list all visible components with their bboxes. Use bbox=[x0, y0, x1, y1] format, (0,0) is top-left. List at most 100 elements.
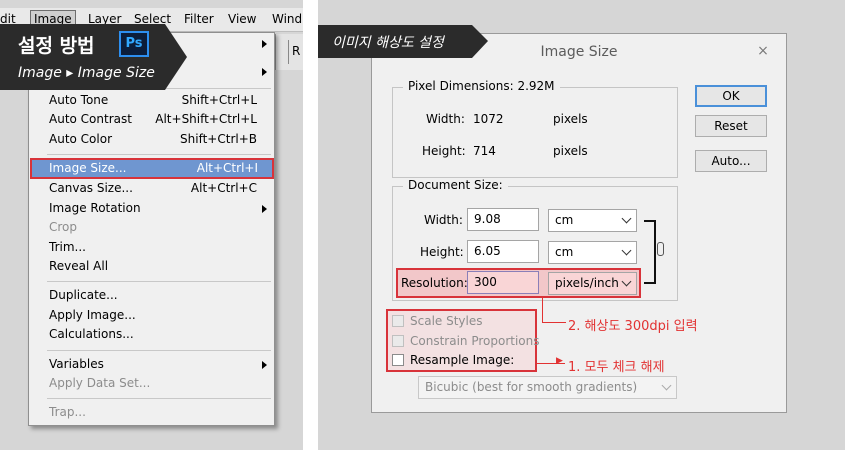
menu-item-label: Apply Image... bbox=[49, 308, 136, 322]
resolution-unit-select[interactable]: pixels/inch bbox=[548, 272, 637, 295]
resolution-input[interactable]: 300 bbox=[467, 271, 539, 294]
checkbox-box[interactable] bbox=[392, 354, 404, 366]
doc-width-unit-select[interactable]: cm bbox=[548, 209, 637, 232]
menu-item-label: Auto Color bbox=[49, 132, 113, 146]
annotation-leader bbox=[542, 322, 566, 323]
pixel-height-value: 714 bbox=[473, 144, 496, 158]
menu-item-shortcut: Alt+Ctrl+C bbox=[190, 181, 257, 195]
menu-item-label: Duplicate... bbox=[49, 288, 118, 302]
doc-width-label: Width: bbox=[424, 213, 463, 227]
doc-width-input[interactable]: 9.08 bbox=[467, 208, 539, 231]
menu-item-auto-tone[interactable]: Auto Tone Shift+Ctrl+L bbox=[29, 91, 274, 110]
menu-item-crop: Crop bbox=[29, 218, 274, 237]
toolbar-divider bbox=[288, 40, 289, 64]
checkbox-box bbox=[392, 335, 404, 347]
reset-button[interactable]: Reset bbox=[695, 115, 767, 137]
constrain-proportions-checkbox: Constrain Proportions bbox=[392, 333, 540, 351]
doc-width-unit-value: cm bbox=[555, 213, 574, 227]
left-panel: dit Image Layer Select Filter View Wind … bbox=[0, 0, 303, 450]
resolution-badge: 이미지 해상도 설정 bbox=[318, 25, 488, 58]
menu-item-label: Auto Tone bbox=[49, 93, 109, 107]
menu-item-shortcut: Shift+Ctrl+L bbox=[181, 93, 257, 107]
menu-item-variables[interactable]: Variables bbox=[29, 355, 274, 374]
resolution-badge-text: 이미지 해상도 설정 bbox=[332, 35, 444, 51]
menu-item-image-rotation[interactable]: Image Rotation bbox=[29, 199, 274, 218]
menu-item-trap: Trap... bbox=[29, 403, 274, 422]
menu-item-image-size[interactable]: Image Size... Alt+Ctrl+I bbox=[30, 158, 274, 179]
menu-item-auto-contrast[interactable]: Auto Contrast Alt+Shift+Ctrl+L bbox=[29, 110, 274, 129]
pixel-height-unit: pixels bbox=[553, 144, 588, 158]
menu-item-label: Trap... bbox=[49, 405, 86, 419]
chevron-down-icon bbox=[621, 276, 632, 287]
checkbox-label: Resample Image: bbox=[410, 353, 515, 367]
menu-filter[interactable]: Filter bbox=[184, 12, 214, 26]
pixel-width-label: Width: bbox=[426, 112, 465, 126]
menu-item-label: Trim... bbox=[49, 240, 86, 254]
chevron-down-icon bbox=[621, 245, 632, 256]
annotation-leader bbox=[542, 297, 543, 322]
doc-height-unit-select[interactable]: cm bbox=[548, 241, 637, 264]
menu-item-apply-data-set: Apply Data Set... bbox=[29, 374, 274, 393]
menu-item-trim[interactable]: Trim... bbox=[29, 238, 274, 257]
menu-item-label: Auto Contrast bbox=[49, 112, 132, 126]
method-path: Image ▸ Image Size bbox=[18, 65, 155, 81]
submenu-arrow-icon bbox=[262, 40, 267, 48]
menu-window[interactable]: Wind bbox=[272, 12, 302, 26]
menu-item-label: Canvas Size... bbox=[49, 181, 133, 195]
method-badge: 설정 방법 Ps Image ▸ Image Size bbox=[0, 24, 187, 90]
pixel-width-unit: pixels bbox=[553, 112, 588, 126]
menu-item-calculations[interactable]: Calculations... bbox=[29, 325, 274, 344]
menu-item-shortcut: Alt+Ctrl+I bbox=[196, 161, 258, 175]
menu-item-label: Apply Data Set... bbox=[49, 376, 151, 390]
menu-item-reveal-all[interactable]: Reveal All bbox=[29, 257, 274, 276]
menu-separator bbox=[47, 398, 271, 399]
chevron-down-icon bbox=[621, 213, 632, 224]
menu-item-label: Image Size... bbox=[49, 161, 127, 175]
resample-method-value: Bicubic (best for smooth gradients) bbox=[425, 380, 638, 394]
menu-item-shortcut: Shift+Ctrl+B bbox=[180, 132, 257, 146]
arrow-right-icon: ▶ bbox=[556, 356, 563, 366]
pixel-dimensions-legend: Pixel Dimensions: 2.92M bbox=[403, 79, 560, 93]
menu-item-auto-color[interactable]: Auto Color Shift+Ctrl+B bbox=[29, 130, 274, 149]
doc-height-unit-value: cm bbox=[555, 245, 574, 259]
submenu-arrow-icon bbox=[262, 361, 267, 369]
photoshop-icon: Ps bbox=[119, 31, 149, 57]
resample-method-select: Bicubic (best for smooth gradients) bbox=[418, 376, 677, 399]
scale-styles-checkbox: Scale Styles bbox=[392, 313, 532, 331]
close-icon[interactable]: × bbox=[756, 44, 770, 58]
menu-separator bbox=[47, 350, 271, 351]
menu-item-label: Variables bbox=[49, 357, 104, 371]
menu-view[interactable]: View bbox=[228, 12, 256, 26]
image-menu-dropdown: Auto Tone Shift+Ctrl+L Auto Contrast Alt… bbox=[28, 32, 275, 426]
menu-edit[interactable]: dit bbox=[0, 12, 16, 26]
menu-item-shortcut: Alt+Shift+Ctrl+L bbox=[155, 112, 257, 126]
chevron-down-icon bbox=[661, 380, 672, 391]
menu-item-label: Reveal All bbox=[49, 259, 109, 273]
checkbox-label: Scale Styles bbox=[410, 314, 483, 328]
menu-separator bbox=[47, 154, 271, 155]
auto-button[interactable]: Auto... bbox=[695, 150, 767, 172]
resolution-unit-value: pixels/inch bbox=[555, 276, 619, 290]
doc-height-label: Height: bbox=[420, 245, 464, 259]
submenu-arrow-icon bbox=[262, 68, 267, 76]
toolbar-label: R bbox=[292, 44, 301, 58]
document-size-legend: Document Size: bbox=[403, 178, 508, 192]
submenu-arrow-icon bbox=[262, 205, 267, 213]
chain-link-icon[interactable] bbox=[657, 242, 664, 256]
pixel-height-label: Height: bbox=[422, 144, 466, 158]
menu-select[interactable]: Select bbox=[134, 12, 171, 26]
doc-height-input[interactable]: 6.05 bbox=[467, 240, 539, 263]
menu-item-duplicate[interactable]: Duplicate... bbox=[29, 286, 274, 305]
ok-button[interactable]: OK bbox=[695, 85, 767, 107]
menu-item-canvas-size[interactable]: Canvas Size... Alt+Ctrl+C bbox=[29, 179, 274, 198]
annotation-step1: 1. 모두 체크 해제 bbox=[568, 360, 665, 375]
checkbox-box bbox=[392, 315, 404, 327]
annotation-step2: 2. 해상도 300dpi 입력 bbox=[568, 319, 698, 334]
menu-item-apply-image[interactable]: Apply Image... bbox=[29, 306, 274, 325]
checkbox-label: Constrain Proportions bbox=[410, 334, 540, 348]
resample-image-checkbox[interactable]: Resample Image: bbox=[392, 352, 532, 370]
menu-layer[interactable]: Layer bbox=[88, 12, 121, 26]
pixel-width-value: 1072 bbox=[473, 112, 504, 126]
menu-item-label: Crop bbox=[49, 220, 78, 234]
menu-item-label: Calculations... bbox=[49, 327, 134, 341]
